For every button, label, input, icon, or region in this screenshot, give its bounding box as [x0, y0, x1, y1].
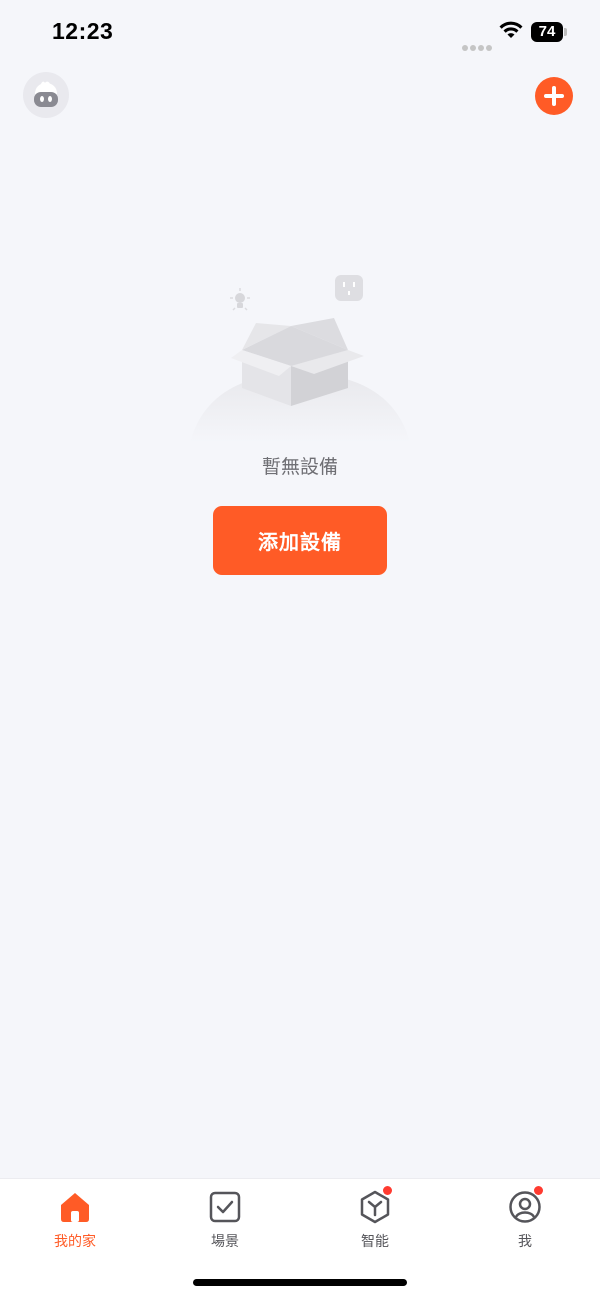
empty-state-message: 暫無設備 [261, 456, 338, 478]
battery-indicator: 74 [531, 22, 563, 42]
tab-scenes[interactable]: 場景 [175, 1189, 275, 1251]
empty-box-illustration [190, 275, 410, 443]
tab-smart[interactable]: 智能 [325, 1186, 425, 1251]
home-icon [57, 1189, 93, 1225]
wifi-icon [499, 21, 523, 38]
add-button[interactable] [535, 77, 573, 115]
checkbox-icon [207, 1189, 243, 1225]
add-device-button[interactable]: 添加設備 [213, 506, 387, 575]
battery-cap [564, 28, 567, 36]
home-indicator [193, 1279, 407, 1286]
tab-label: 場景 [211, 1234, 239, 1250]
tab-label: 我的家 [54, 1234, 96, 1250]
profile-icon [507, 1186, 543, 1225]
hexagon-y-icon [357, 1186, 393, 1225]
notification-badge [383, 1186, 392, 1195]
tab-label: 智能 [361, 1234, 389, 1250]
plus-icon [544, 86, 564, 106]
robot-avatar-icon [34, 81, 58, 107]
status-time: 12:23 [52, 18, 114, 44]
socket-icon [335, 275, 363, 301]
tab-me[interactable]: 我 [475, 1186, 575, 1251]
tab-label: 我 [518, 1234, 532, 1250]
tab-my-home[interactable]: 我的家 [25, 1189, 125, 1251]
cellular-signal-icon [462, 36, 494, 55]
bulb-icon [230, 288, 250, 311]
status-bar: 12:23 74 [0, 0, 600, 64]
notification-badge [534, 1186, 543, 1195]
avatar[interactable] [23, 72, 69, 118]
